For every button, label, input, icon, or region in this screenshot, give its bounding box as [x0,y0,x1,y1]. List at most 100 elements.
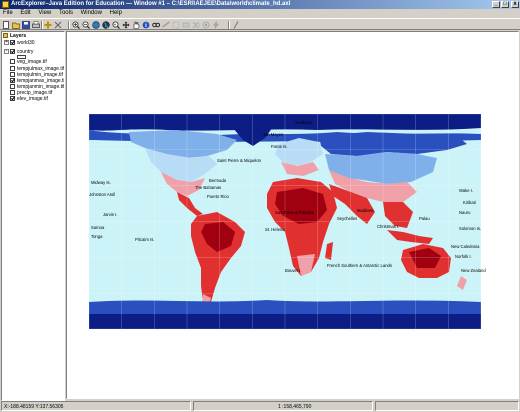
print-button[interactable] [32,21,40,29]
minimize-button[interactable]: _ [492,1,500,8]
query-icon [192,21,200,29]
map-tips-button[interactable] [232,21,240,29]
map-label-puerto-rico: Puerto Rico [207,194,230,199]
map-label-nauru: Nauru [459,210,471,215]
zoom-in-icon [72,21,80,29]
layer-visibility-checkbox[interactable] [10,59,15,64]
layer-item[interactable]: + world30 [2,40,64,46]
layer-item[interactable]: - country [2,49,64,55]
status-bar: X:-188.48159 Y:137.56305 1 :158,465,790 [0,400,520,412]
map-label-kiribati: Kiribati [463,200,476,205]
scale-readout: 1 :158,465,790 [193,401,373,411]
layer-visibility-checkbox[interactable] [10,78,15,83]
hand-button[interactable] [132,21,140,29]
clear-selection-button[interactable] [182,21,190,29]
map-label-bouvet: Bouvet I. [285,268,302,273]
table-of-contents: Layers + world30- country veg_image.tif temp… [1,31,65,401]
map-label-jan-mayen: Jan Mayen [263,132,284,137]
toolbar-separator [41,21,43,29]
map-label-tonga: Tonga [91,234,103,239]
full-extent-button[interactable] [92,21,100,29]
map-canvas[interactable]: Jan Mayen Faroe Is. Svalbard Saint Pierre &… [67,32,518,398]
zoom-out-icon [82,21,90,29]
layer-visibility-checkbox[interactable] [10,40,15,45]
buffer-button[interactable] [202,21,210,29]
map-view[interactable]: Jan Mayen Faroe Is. Svalbard Saint Pierre &… [66,31,519,399]
full-extent-icon [92,21,100,29]
find-button[interactable] [152,21,160,29]
new-button[interactable] [2,21,10,29]
map-label-sao-tome: Sao Tome & Principe [275,210,315,215]
add-layer-icon [44,21,52,29]
hand-icon [133,21,140,29]
select-button[interactable] [172,21,180,29]
open-icon [12,22,20,29]
map-label-palau: Palau [419,216,430,221]
zoom-previous-button[interactable] [112,21,120,29]
map-label-norfolk: Norfolk I. [455,254,472,259]
query-button[interactable] [192,21,200,29]
pan-button[interactable] [122,21,130,29]
layer-item[interactable]: elev_image.tif [2,96,64,102]
map-label-wake: Wake I. [459,188,473,193]
layer-name: veg_image.tif [17,59,47,65]
map-tips-icon [233,21,239,29]
map-label-bahamas: The Bahamas [195,185,221,190]
map-label-new-zealand: New Zealand [461,268,486,273]
measure-icon [162,21,170,28]
menu-tools[interactable]: Tools [56,9,76,18]
app-icon [2,1,9,8]
save-button[interactable] [22,21,30,29]
buffer-icon [202,21,210,29]
zoom-in-button[interactable] [72,21,80,29]
delete-layer-button[interactable] [54,21,62,29]
layer-expand-toggle[interactable]: - [4,49,9,54]
pan-icon [122,21,130,29]
layer-name: world30 [17,40,35,46]
menu-bar: File Edit View Tools Window Help [0,9,520,18]
toolbar-separator [68,21,70,29]
find-icon [152,22,160,28]
menu-edit[interactable]: Edit [17,9,33,18]
identify-icon: i [142,21,150,29]
layer-visibility-checkbox[interactable] [10,96,15,101]
layer-item[interactable]: veg_image.tif [2,59,64,65]
close-button[interactable]: x [511,1,519,8]
select-icon [172,21,180,29]
zoom-out-button[interactable] [82,21,90,29]
measure-button[interactable] [162,21,170,29]
add-layer-button[interactable] [44,21,52,29]
map-label-solomon: Solomon Is. [459,226,481,231]
clear-selection-icon [182,22,190,28]
map-label-st-helena: St. Helena [265,227,285,232]
globe-button[interactable] [102,21,110,29]
menu-file[interactable]: File [0,9,16,18]
layer-visibility-checkbox[interactable] [10,90,15,95]
menu-window[interactable]: Window [78,9,105,18]
maximize-button[interactable]: □ [501,1,509,8]
toolbar: i [0,18,520,30]
identify-button[interactable]: i [142,21,150,29]
new-icon [3,21,9,29]
layer-expand-toggle[interactable]: + [4,40,9,45]
layer-visibility-checkbox[interactable] [10,84,15,89]
map-label-seychelles: Seychelles [337,216,357,221]
layer-visibility-checkbox[interactable] [10,72,15,77]
map-label-midway: Midway Is. [91,180,111,185]
application-window: ArcExplorer–Java Edition for Education —… [0,0,520,412]
menu-view[interactable]: View [35,9,54,18]
map-label-jarvis: Jarvis I. [103,212,117,217]
print-icon [32,21,40,28]
hotlink-button[interactable] [212,21,220,29]
toolbar-separator [228,21,230,29]
map-label-bermuda: Bermuda [209,178,227,183]
zoom-previous-icon [112,21,120,29]
layer-visibility-checkbox[interactable] [10,49,15,54]
title-bar[interactable]: ArcExplorer–Java Edition for Education —… [0,0,520,9]
layer-visibility-checkbox[interactable] [10,66,15,71]
window-title: ArcExplorer–Java Edition for Education —… [11,1,291,7]
menu-help[interactable]: Help [107,9,125,18]
open-button[interactable] [12,21,20,29]
globe-icon [102,21,110,29]
map-label-christmas: Christmas I. [377,224,399,229]
